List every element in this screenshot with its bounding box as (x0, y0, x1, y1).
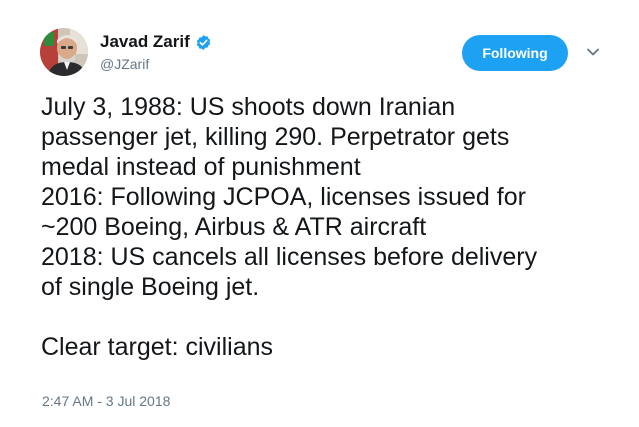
chevron-down-icon[interactable] (585, 44, 601, 60)
tweet-text-line: passenger jet, killing 290. Perpetrator … (41, 123, 510, 151)
tweet-text-line: ~200 Boeing, Airbus & ATR aircraft (41, 213, 427, 241)
following-button[interactable]: Following (462, 35, 568, 71)
tweet-text-line: July 3, 1988: US shoots down Iranian (41, 93, 456, 121)
avatar[interactable] (40, 28, 88, 76)
tweet-card: Javad Zarif @JZarif Following July 3, 19… (0, 0, 639, 427)
tweet-timestamp[interactable]: 2:47 AM - 3 Jul 2018 (42, 393, 170, 409)
author-name-row[interactable]: Javad Zarif (100, 32, 212, 52)
tweet-text-line: 2016: Following JCPOA, licenses issued f… (41, 183, 526, 211)
author-handle[interactable]: @JZarif (100, 56, 149, 72)
tweet-text-line: 2018: US cancels all licenses before del… (41, 243, 538, 271)
tweet-text-line: medal instead of punishment (41, 153, 361, 181)
tweet-text: July 3, 1988: US shoots down Iranian pas… (41, 92, 611, 362)
tweet-text-line: of single Boeing jet. (41, 273, 260, 301)
verified-badge-icon (196, 34, 210, 50)
tweet-text-closing: Clear target: civilians (41, 333, 274, 361)
author-display-name[interactable]: Javad Zarif (100, 32, 190, 52)
